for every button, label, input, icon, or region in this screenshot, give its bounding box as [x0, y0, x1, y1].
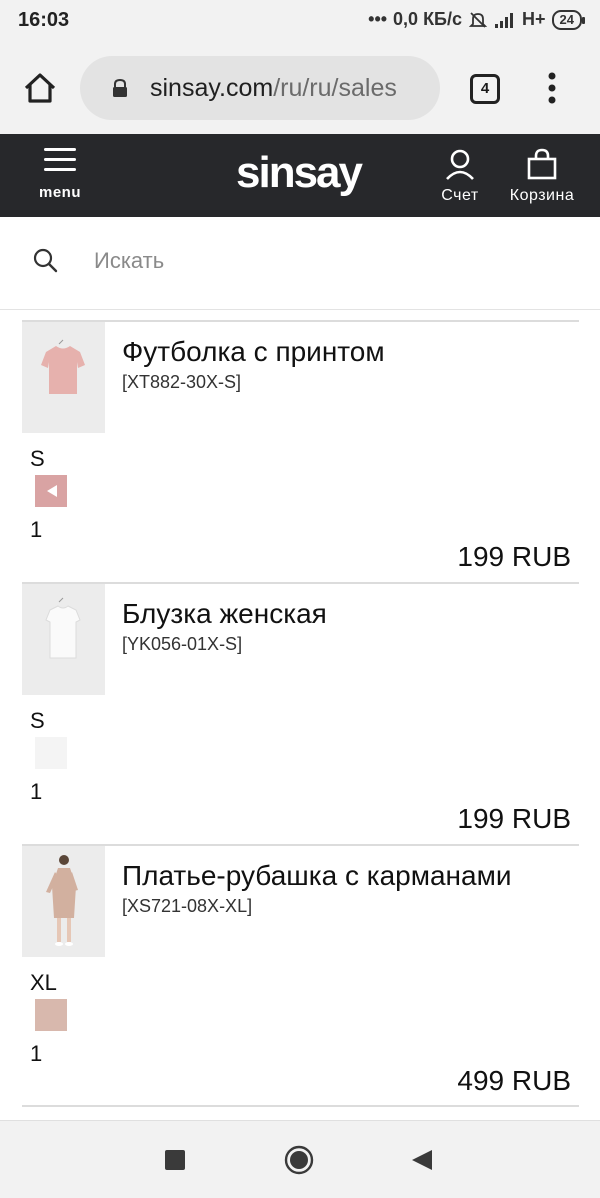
home-circle-icon[interactable] — [284, 1145, 314, 1175]
color-swatch — [35, 475, 67, 507]
product-quantity: 1 — [30, 779, 43, 804]
search-icon[interactable] — [32, 247, 58, 273]
cart-item[interactable]: Платье-рубашка с карманами [XS721-08X-XL… — [22, 844, 579, 1106]
product-price: 199 RUB — [457, 541, 571, 572]
cart-button[interactable]: Корзина — [502, 148, 582, 210]
recents-icon[interactable] — [165, 1150, 185, 1170]
status-bar: 16:03 ••• 0,0 КБ/с H+ 24 — [0, 0, 600, 42]
product-price: 499 RUB — [457, 1065, 571, 1096]
home-icon[interactable] — [20, 68, 60, 108]
product-sku: [XT882-30X-S] — [122, 372, 242, 392]
product-sku: [XS721-08X-XL] — [122, 896, 253, 916]
url-domain: sinsay.com — [150, 74, 274, 102]
dots-icon: ••• — [368, 9, 388, 29]
dress-model-image-icon — [22, 846, 105, 957]
account-label: Счет — [441, 187, 479, 204]
color-swatch — [35, 999, 67, 1031]
product-name[interactable]: Футболка с принтом — [122, 336, 385, 368]
menu-button[interactable]: menu — [32, 148, 88, 208]
hamburger-icon — [44, 148, 76, 172]
sinsay-logo[interactable]: sinsay — [236, 148, 363, 198]
tshirt-image-icon — [22, 322, 105, 433]
url-text: sinsay.com/ru/ru/sales — [150, 74, 435, 103]
product-price: 199 RUB — [457, 803, 571, 834]
status-time: 16:03 — [18, 9, 70, 31]
menu-label: menu — [38, 184, 81, 201]
network-type: H+ — [522, 9, 546, 29]
search-input[interactable] — [94, 243, 554, 279]
product-size: XL — [30, 970, 57, 995]
divider — [22, 1105, 579, 1107]
site-header: menu sinsay Счет Корзина — [0, 134, 600, 217]
network-speed: 0,0 КБ/с — [393, 9, 463, 29]
status-indicators: ••• 0,0 КБ/с H+ 24 — [368, 9, 586, 30]
product-name[interactable]: Блузка женская — [122, 598, 327, 630]
url-bar[interactable]: sinsay.com/ru/ru/sales — [80, 56, 440, 120]
shopping-bag-icon — [527, 148, 557, 180]
account-button[interactable]: Счет — [430, 148, 490, 210]
cart-item[interactable]: Футболка с принтом [XT882-30X-S] S 1 199… — [22, 320, 579, 582]
battery-icon: 24 — [551, 9, 586, 30]
lock-icon — [113, 78, 127, 97]
product-image[interactable] — [22, 322, 105, 433]
product-quantity: 1 — [30, 517, 43, 542]
browser-toolbar: sinsay.com/ru/ru/sales 4 — [0, 42, 600, 134]
more-vertical-icon[interactable] — [540, 70, 564, 106]
product-sku: [YK056-01X-S] — [122, 634, 243, 654]
blouse-image-icon — [22, 584, 105, 695]
back-triangle-icon[interactable] — [410, 1148, 434, 1172]
search-bar — [0, 217, 600, 310]
signal-icon — [495, 12, 514, 28]
color-swatch — [35, 737, 67, 769]
cart-item[interactable]: Блузка женская [YK056-01X-S] S 1 199 RUB — [22, 582, 579, 844]
cart-label: Корзина — [509, 187, 575, 204]
product-image[interactable] — [22, 584, 105, 695]
product-size: S — [30, 708, 45, 733]
system-nav-bar — [0, 1120, 600, 1198]
mute-bell-icon — [468, 11, 488, 28]
product-size: S — [30, 446, 45, 471]
tabs-button[interactable]: 4 — [470, 74, 500, 104]
url-path: /ru/ru/sales — [273, 74, 397, 102]
user-icon — [446, 149, 474, 180]
product-name[interactable]: Платье-рубашка с карманами — [122, 860, 511, 892]
product-quantity: 1 — [30, 1041, 43, 1066]
product-image[interactable] — [22, 846, 105, 957]
